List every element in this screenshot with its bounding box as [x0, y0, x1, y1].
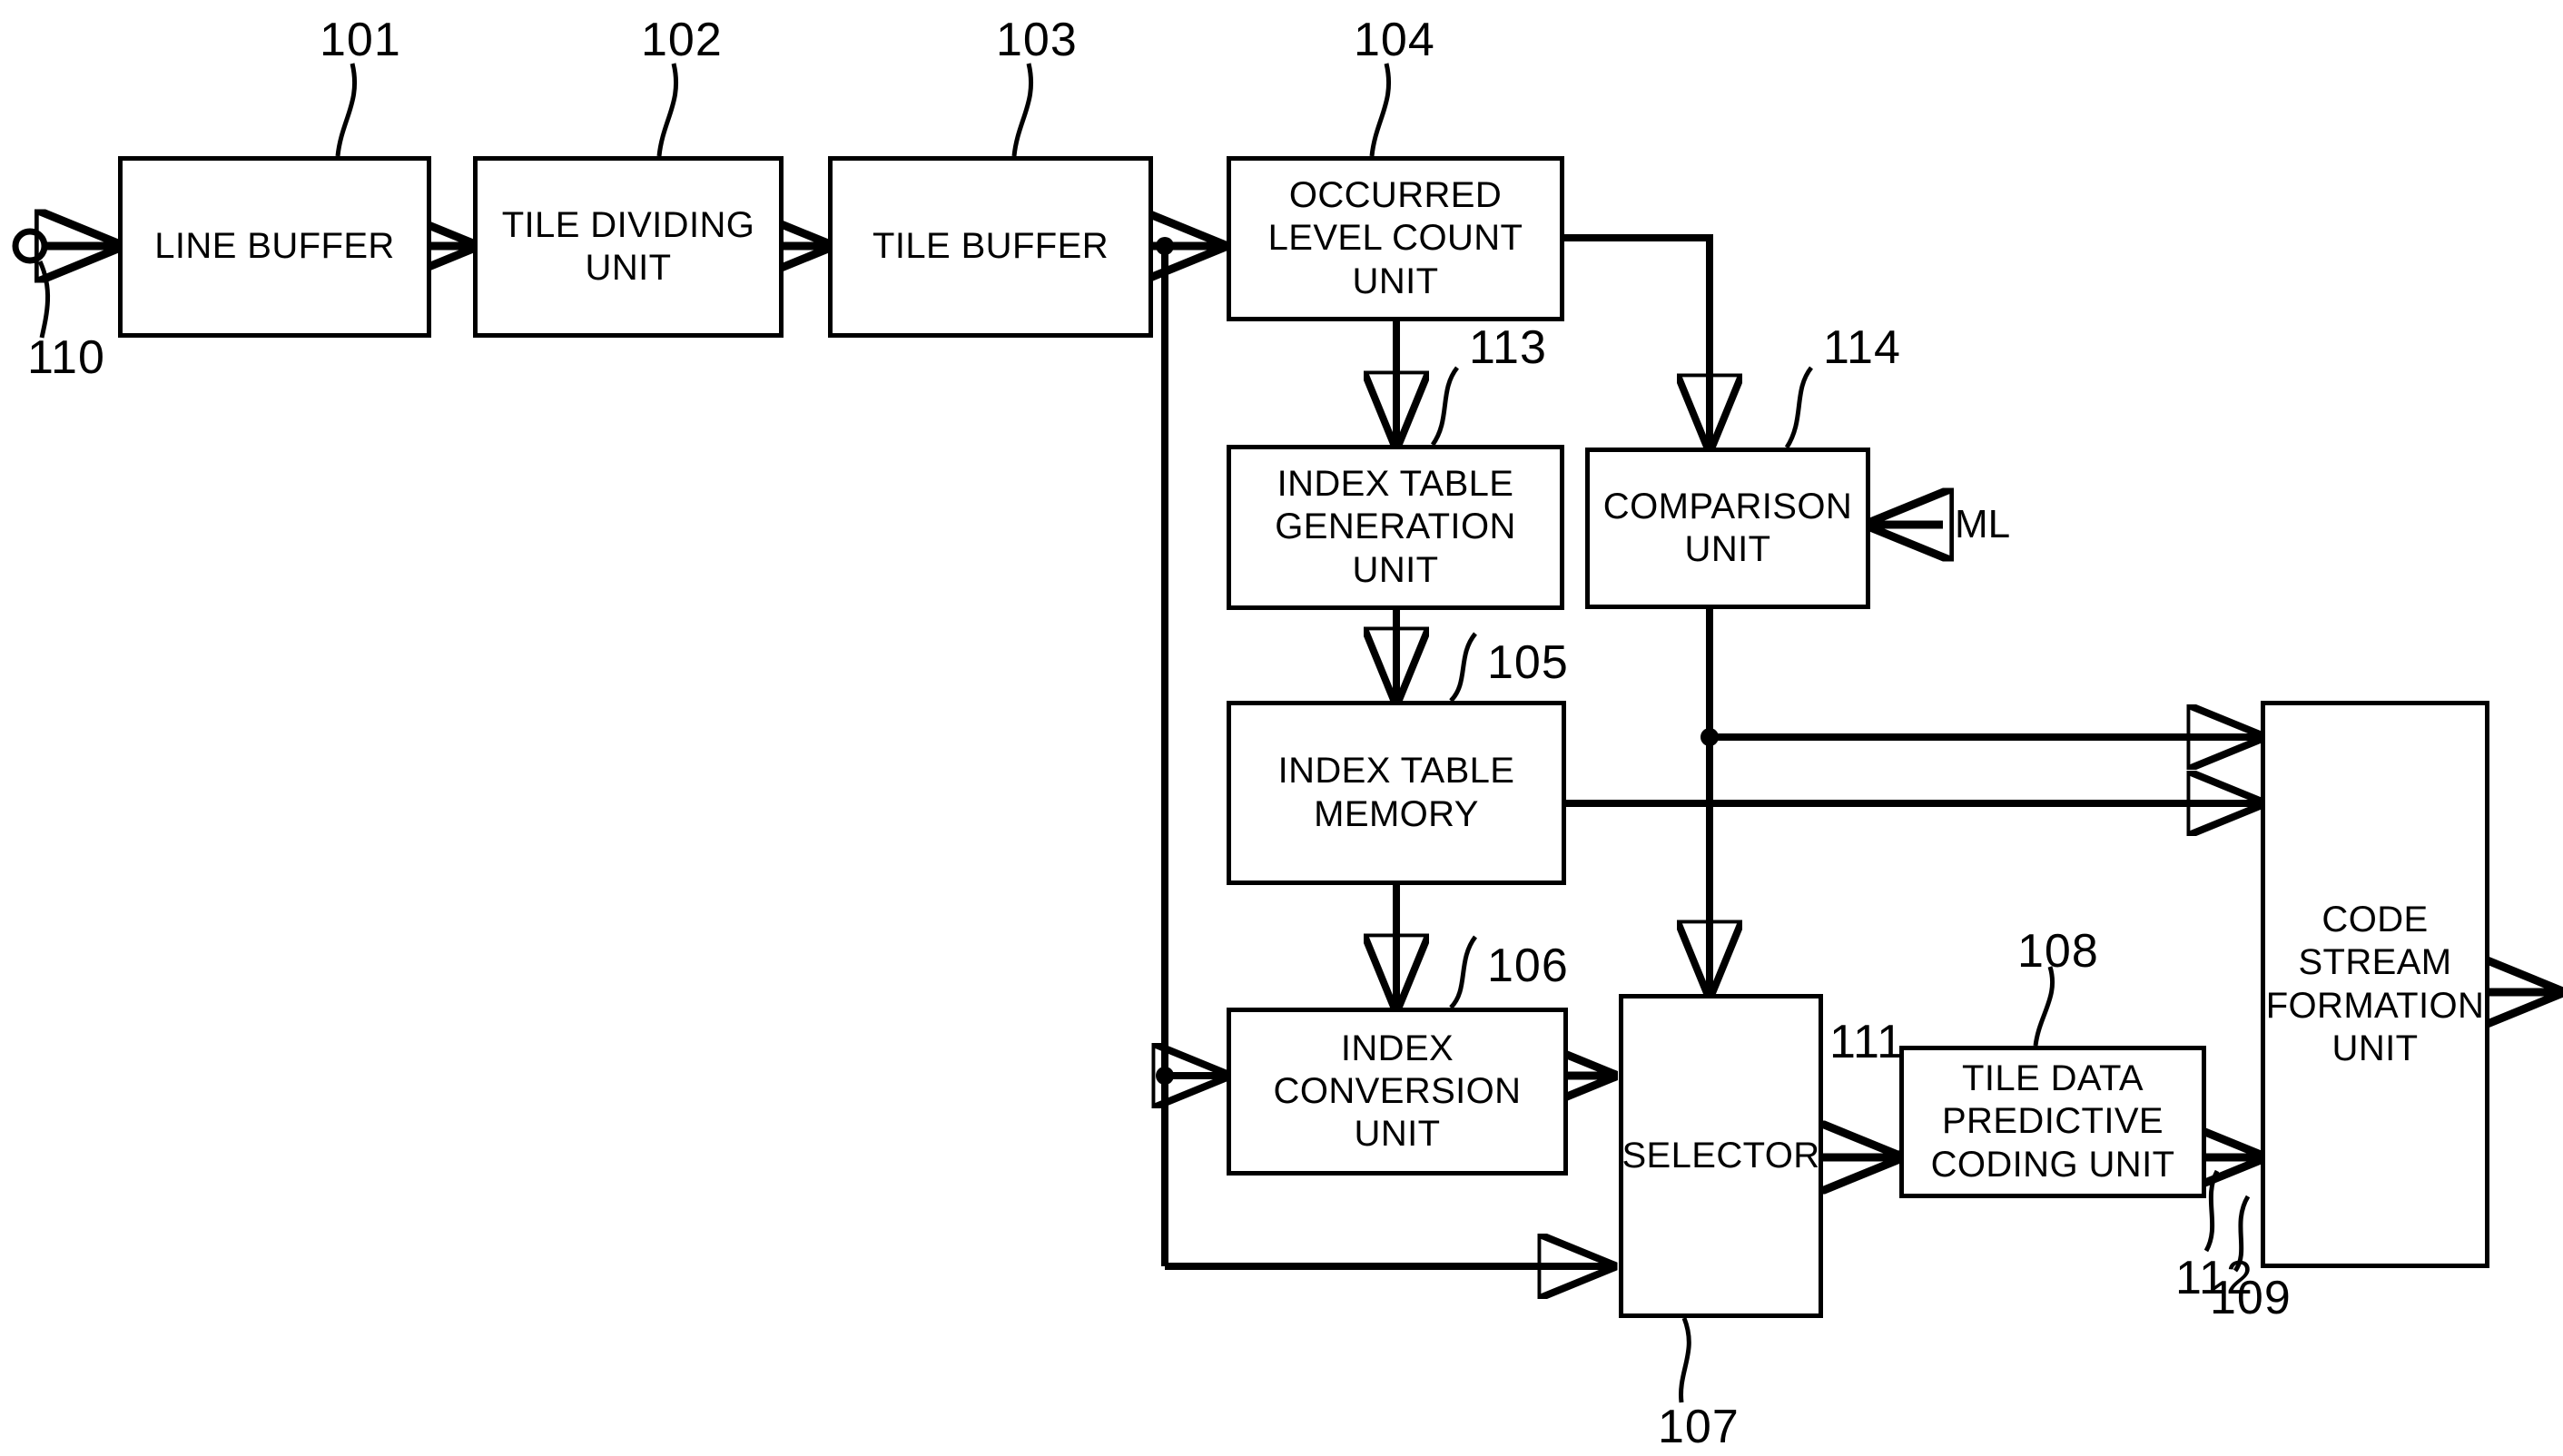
input-terminal-circle	[12, 228, 48, 264]
block-index-conversion-unit-label: INDEX CONVERSION UNIT	[1273, 1028, 1522, 1155]
ref-number-102: 102	[641, 14, 723, 66]
junction-dot-comparison-branch	[1700, 728, 1719, 746]
block-tile-dividing-unit[interactable]: TILE DIVIDING UNIT	[473, 156, 784, 338]
ref-number-110: 110	[27, 331, 105, 384]
block-tile-buffer[interactable]: TILE BUFFER	[828, 156, 1153, 338]
block-tile-data-predictive-coding-unit[interactable]: TILE DATA PREDICTIVE CODING UNIT	[1899, 1046, 2206, 1198]
block-index-conversion-unit[interactable]: INDEX CONVERSION UNIT	[1227, 1008, 1568, 1176]
ref-number-111: 111	[1829, 1016, 1905, 1068]
ref-number-113: 113	[1469, 321, 1547, 374]
leader-110	[37, 260, 50, 339]
leader-101	[335, 63, 358, 157]
leader-112	[2203, 1169, 2220, 1253]
block-selector[interactable]: SELECTOR	[1619, 994, 1823, 1318]
block-occurred-level-count-unit[interactable]: OCCURRED LEVEL COUNT UNIT	[1227, 156, 1564, 321]
block-index-table-memory-label: INDEX TABLE MEMORY	[1277, 751, 1515, 834]
block-occurred-level-count-unit-label: OCCURRED LEVEL COUNT UNIT	[1267, 175, 1523, 301]
leader-107	[1679, 1317, 1691, 1403]
ref-number-104: 104	[1354, 14, 1435, 66]
ref-number-107: 107	[1658, 1401, 1740, 1453]
ref-number-105: 105	[1487, 636, 1569, 689]
block-tile-buffer-label: TILE BUFFER	[872, 226, 1109, 267]
block-tile-dividing-unit-label: TILE DIVIDING UNIT	[501, 204, 755, 288]
block-line-buffer[interactable]: LINE BUFFER	[118, 156, 431, 338]
junction-dot-tile-buffer-out	[1156, 237, 1174, 255]
block-index-table-generation-unit-label: INDEX TABLE GENERATION UNIT	[1275, 464, 1516, 590]
leader-113	[1430, 366, 1460, 447]
wire-occurred-level-count-to-comparison	[1563, 234, 1710, 448]
block-comparison-unit[interactable]: COMPARISON UNIT	[1585, 448, 1870, 609]
block-index-table-memory[interactable]: INDEX TABLE MEMORY	[1227, 701, 1566, 885]
block-comparison-unit-label: COMPARISON UNIT	[1602, 486, 1853, 569]
figure-canvas: LINE BUFFER TILE DIVIDING UNIT TILE BUFF…	[0, 0, 2563, 1456]
block-selector-label: SELECTOR	[1622, 1135, 1820, 1176]
block-code-stream-formation-unit-label: CODE STREAM FORMATION UNIT	[2265, 900, 2485, 1068]
leader-114	[1784, 366, 1814, 449]
leader-104	[1369, 63, 1392, 157]
leader-102	[656, 63, 679, 157]
leader-105	[1449, 632, 1477, 703]
ref-number-108: 108	[2017, 925, 2099, 978]
block-index-table-generation-unit[interactable]: INDEX TABLE GENERATION UNIT	[1227, 445, 1564, 610]
block-tile-data-predictive-coding-unit-label: TILE DATA PREDICTIVE CODING UNIT	[1930, 1058, 2175, 1185]
ref-number-114: 114	[1823, 321, 1901, 374]
junction-dot-index-conversion-in	[1156, 1067, 1174, 1085]
ref-number-103: 103	[996, 14, 1078, 66]
ref-number-101: 101	[320, 14, 401, 66]
signal-label-ml: ML	[1955, 502, 2011, 546]
ref-number-106: 106	[1487, 940, 1569, 992]
ref-number-112: 112	[2175, 1252, 2253, 1304]
leader-103	[1011, 63, 1034, 157]
leader-106	[1449, 935, 1478, 1009]
block-line-buffer-label: LINE BUFFER	[154, 226, 395, 267]
leader-108	[2033, 966, 2055, 1047]
block-code-stream-formation-unit[interactable]: CODE STREAM FORMATION UNIT	[2261, 701, 2489, 1268]
